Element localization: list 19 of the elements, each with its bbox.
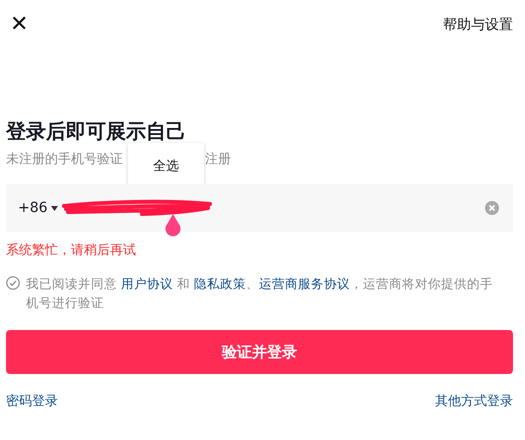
- error-message: 系统繁忙，请稍后再试: [6, 242, 137, 260]
- agreement-link[interactable]: 运营商服务协议: [258, 276, 350, 291]
- agree-checkbox[interactable]: [6, 276, 20, 290]
- country-code-dropdown[interactable]: +86: [18, 200, 58, 216]
- subtitle-text: 未注册的手机号验证: [6, 151, 123, 169]
- clear-icon[interactable]: [485, 201, 499, 215]
- caret-icon: [50, 206, 58, 210]
- select-all-menu-item[interactable]: 全选: [153, 158, 179, 176]
- cursor-handle-icon: [164, 214, 182, 238]
- agreement-link[interactable]: 用户协议: [120, 276, 173, 291]
- subtitle-text: 注册: [205, 151, 231, 169]
- agreement-text: 我已阅读并同意 用户协议 和 隐私政策、运营商服务协议，运营商将对你提供的手机号进行验证: [26, 275, 494, 312]
- close-button[interactable]: ✕: [10, 12, 28, 38]
- agreement-link[interactable]: 隐私政策: [194, 276, 246, 291]
- other-login-link[interactable]: 其他方式登录: [435, 392, 513, 410]
- page-title: 登录后即可展示自己: [6, 118, 187, 145]
- password-login-link[interactable]: 密码登录: [6, 392, 58, 410]
- verify-login-button[interactable]: 验证并登录: [6, 330, 513, 374]
- help-settings-link[interactable]: 帮助与设置: [443, 16, 513, 34]
